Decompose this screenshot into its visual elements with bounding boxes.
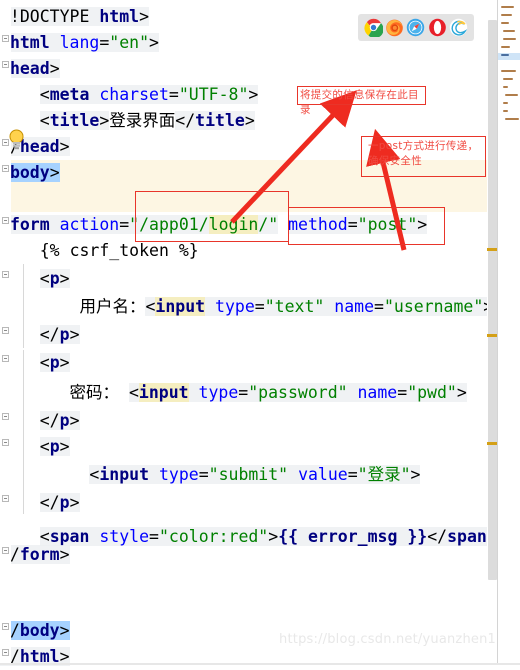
annotation-text-action: 将提交的信息保存在此目录 [300, 89, 419, 116]
fold-marker[interactable] [2, 165, 9, 172]
editor-gutter[interactable] [0, 0, 11, 665]
fold-marker[interactable] [2, 495, 9, 502]
opera-icon[interactable] [428, 18, 447, 37]
code-line-13[interactable]: </p> [0, 322, 490, 348]
code-line-21[interactable]: </form> [0, 542, 490, 568]
code-line-17[interactable]: <p> [0, 434, 490, 460]
firefox-icon[interactable] [385, 18, 404, 37]
fold-marker[interactable] [2, 623, 9, 630]
code-line-16[interactable]: </p> [0, 408, 490, 434]
annotation-highlight-action-value [135, 191, 289, 242]
fold-marker[interactable] [2, 649, 9, 656]
code-line-19[interactable]: </p> [0, 490, 490, 516]
chrome-icon[interactable] [364, 18, 384, 37]
code-line-18[interactable]: <input type="submit" value="登录"> [0, 462, 490, 488]
edge-icon[interactable] [449, 18, 468, 37]
lightbulb-intention-icon[interactable] [8, 129, 25, 150]
fold-marker[interactable] [2, 327, 9, 334]
fold-marker[interactable] [2, 413, 9, 420]
editor-minimap[interactable] [497, 0, 520, 665]
code-line-11[interactable]: <p> [0, 266, 490, 292]
fold-marker[interactable] [2, 439, 9, 446]
code-editor[interactable]: <!DOCTYPE html> <html lang="en"> <head> … [0, 0, 520, 666]
code-line-14[interactable]: <p> [0, 350, 490, 376]
annotation-text-method: 一post方式进行传递， 确保安全性 [368, 140, 479, 167]
fold-marker[interactable] [2, 271, 9, 278]
fold-marker[interactable] [2, 61, 9, 68]
code-line-12[interactable]: 用户名：<input type="text" name="username"> [0, 294, 494, 320]
annotation-highlight-method-value [288, 207, 445, 245]
fold-marker[interactable] [2, 547, 9, 554]
scrollbar-thumb[interactable] [488, 20, 497, 580]
watermark: https://blog.csdn.net/yuanzhen1 [279, 632, 496, 647]
code-line-3[interactable]: <head> [0, 56, 490, 82]
fold-marker[interactable] [2, 355, 9, 362]
fold-marker[interactable] [2, 35, 9, 42]
browser-preview-toolbar[interactable] [358, 14, 474, 41]
safari-icon[interactable] [406, 18, 425, 37]
code-line-15[interactable]: 密码： <input type="password" name="pwd"> [0, 380, 490, 406]
code-line-23[interactable]: </html> [0, 644, 490, 670]
fold-marker[interactable] [2, 217, 9, 224]
